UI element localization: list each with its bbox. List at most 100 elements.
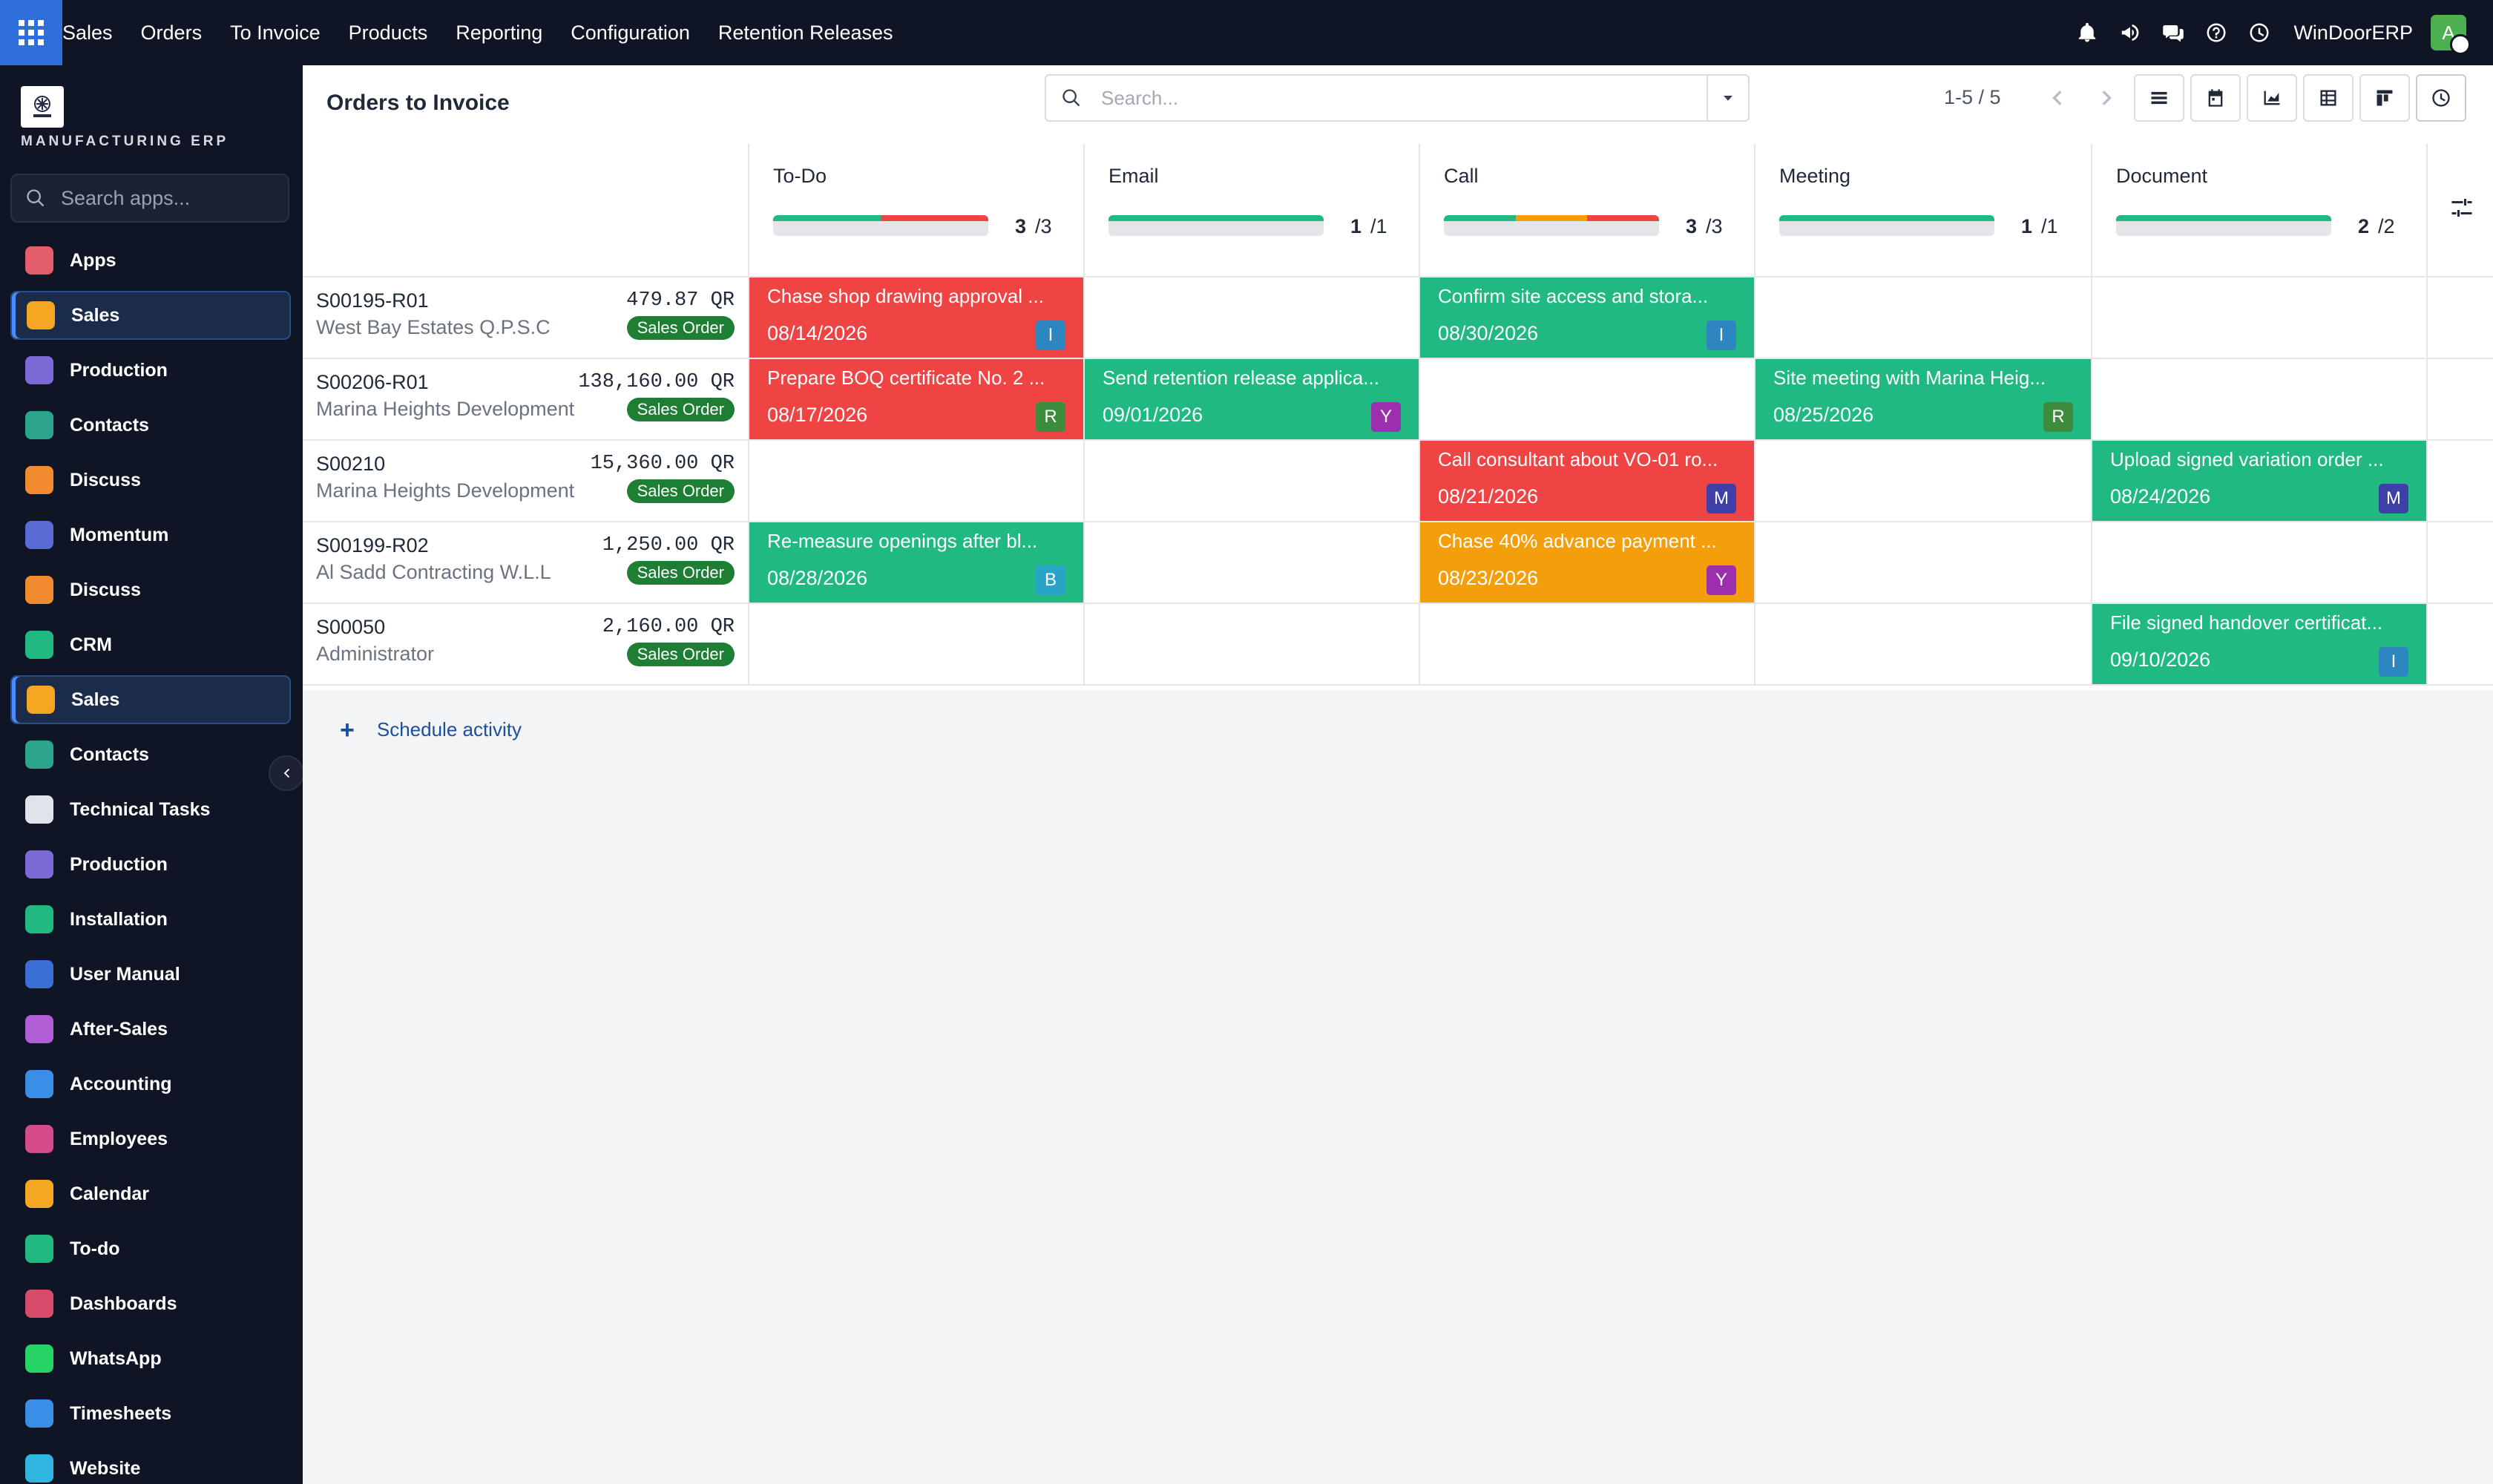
activity-cell[interactable] <box>749 441 1085 522</box>
app-search-input[interactable] <box>59 186 270 211</box>
activity-cell[interactable]: Upload signed variation order ... 08/24/2… <box>2092 441 2428 522</box>
sidebar-item-contacts[interactable]: Contacts <box>10 730 291 779</box>
column-progress-bar[interactable] <box>1779 215 1994 236</box>
sidebar-item-production[interactable]: Production <box>10 346 291 395</box>
assignee-avatar[interactable]: Y <box>1371 402 1401 432</box>
chat-icon[interactable] <box>2160 19 2187 46</box>
sidebar-item-employees[interactable]: Employees <box>10 1114 291 1163</box>
sidebar-item-discuss[interactable]: Discuss <box>10 456 291 505</box>
record-cell[interactable]: S00195-R01 479.87 QR West Bay Estates Q.P.… <box>303 278 749 359</box>
sidebar-item-crm[interactable]: CRM <box>10 620 291 669</box>
activity-cell[interactable] <box>2092 522 2428 604</box>
activity-cell[interactable] <box>1085 441 1420 522</box>
record-reference[interactable]: S00195-R01 <box>316 289 429 312</box>
clock-icon[interactable] <box>2246 19 2273 46</box>
sidebar-item-sales[interactable]: Sales <box>10 675 291 724</box>
activity-cell[interactable]: Chase shop drawing approval ... 08/14/202… <box>749 278 1085 359</box>
activity-cell[interactable] <box>1420 604 1755 686</box>
app-grid-button[interactable] <box>0 0 62 65</box>
settings-icon[interactable] <box>2448 194 2478 224</box>
assignee-avatar[interactable]: B <box>1036 565 1065 595</box>
sidebar-item-timesheets[interactable]: Timesheets <box>10 1389 291 1438</box>
pager-next[interactable] <box>2085 74 2126 122</box>
bell-icon[interactable] <box>2074 19 2101 46</box>
search-options-toggle[interactable] <box>1707 76 1748 120</box>
menu-reporting[interactable]: Reporting <box>456 22 542 45</box>
sidebar-item-whatsapp[interactable]: WhatsApp <box>10 1334 291 1383</box>
activity-cell[interactable]: Confirm site access and stora... 08/30/20… <box>1420 278 1755 359</box>
record-reference[interactable]: S00050 <box>316 616 385 639</box>
assignee-avatar[interactable]: I <box>1707 321 1736 350</box>
sidebar-collapse-button[interactable] <box>269 755 303 791</box>
view-list-button[interactable] <box>2134 74 2184 122</box>
menu-retention-releases[interactable]: Retention Releases <box>718 22 893 45</box>
sidebar-item-website[interactable]: Website <box>10 1444 291 1484</box>
sidebar-item-after-sales[interactable]: After-Sales <box>10 1005 291 1054</box>
activity-card[interactable]: Re-measure openings after bl... 08/28/202… <box>749 522 1083 603</box>
sidebar-item-installation[interactable]: Installation <box>10 895 291 944</box>
view-kanban-button[interactable] <box>2359 74 2410 122</box>
menu-sales[interactable]: Sales <box>62 22 113 45</box>
assignee-avatar[interactable]: I <box>2379 647 2408 677</box>
view-calendar-button[interactable] <box>2190 74 2241 122</box>
activity-cell[interactable]: Send retention release applica... 09/01/2… <box>1085 359 1420 441</box>
activity-cell[interactable] <box>1085 278 1420 359</box>
assignee-avatar[interactable]: R <box>1036 402 1065 432</box>
activity-card[interactable]: Send retention release applica... 09/01/2… <box>1085 359 1419 439</box>
sidebar-item-calendar[interactable]: Calendar <box>10 1169 291 1218</box>
activity-card[interactable]: Prepare BOQ certificate No. 2 ... 08/17/2… <box>749 359 1083 439</box>
menu-products[interactable]: Products <box>349 22 428 45</box>
view-graph-button[interactable] <box>2247 74 2297 122</box>
activity-cell[interactable] <box>1085 522 1420 604</box>
sidebar-item-apps[interactable]: Apps <box>10 236 291 285</box>
search-input[interactable] <box>1100 85 1681 111</box>
column-progress-bar[interactable] <box>1108 215 1324 236</box>
menu-orders[interactable]: Orders <box>141 22 203 45</box>
activity-cell[interactable] <box>749 604 1085 686</box>
view-activity-button[interactable] <box>2416 74 2466 122</box>
activity-cell[interactable]: Site meeting with Marina Heig... 08/25/20… <box>1755 359 2092 441</box>
activity-card[interactable]: Confirm site access and stora... 08/30/20… <box>1420 278 1754 358</box>
sidebar-item-dashboards[interactable]: Dashboards <box>10 1279 291 1328</box>
menu-configuration[interactable]: Configuration <box>571 22 690 45</box>
assignee-avatar[interactable]: M <box>2379 484 2408 513</box>
sidebar-item-accounting[interactable]: Accounting <box>10 1060 291 1109</box>
activity-cell[interactable] <box>1085 604 1420 686</box>
sidebar-item-to-do[interactable]: To-do <box>10 1224 291 1273</box>
sidebar-item-user-manual[interactable]: User Manual <box>10 950 291 999</box>
record-reference[interactable]: S00199-R02 <box>316 534 429 557</box>
column-progress-bar[interactable] <box>1444 215 1659 236</box>
sidebar-item-sales[interactable]: Sales <box>10 291 291 340</box>
sidebar-item-production[interactable]: Production <box>10 840 291 889</box>
activity-cell[interactable] <box>1755 278 2092 359</box>
view-pivot-button[interactable] <box>2303 74 2354 122</box>
pager-value[interactable]: 1-5 / 5 <box>1944 86 2001 109</box>
activity-cell[interactable]: Re-measure openings after bl... 08/28/202… <box>749 522 1085 604</box>
sidebar-item-contacts[interactable]: Contacts <box>10 401 291 450</box>
activity-card[interactable]: Call consultant about VO-01 ro... 08/21/2… <box>1420 441 1754 521</box>
assignee-avatar[interactable]: M <box>1707 484 1736 513</box>
column-progress-bar[interactable] <box>773 215 988 236</box>
user-avatar[interactable]: A <box>2431 15 2471 55</box>
pager-previous[interactable] <box>2037 74 2079 122</box>
record-cell[interactable]: S00206-R01 138,160.00 QR Marina Heights De… <box>303 359 749 441</box>
activity-cell[interactable] <box>2092 278 2428 359</box>
activity-card[interactable]: Chase shop drawing approval ... 08/14/202… <box>749 278 1083 358</box>
activity-cell[interactable]: Chase 40% advance payment ... 08/23/2026 Y <box>1420 522 1755 604</box>
sidebar-item-technical-tasks[interactable]: Technical Tasks <box>10 785 291 834</box>
search-bar[interactable] <box>1045 74 1750 122</box>
activity-card[interactable]: Chase 40% advance payment ... 08/23/2026 Y <box>1420 522 1754 603</box>
activity-cell[interactable]: Prepare BOQ certificate No. 2 ... 08/17/2… <box>749 359 1085 441</box>
sidebar-item-momentum[interactable]: Momentum <box>10 510 291 559</box>
record-cell[interactable]: S00050 2,160.00 QR Administrator Sales Orde… <box>303 604 749 686</box>
app-search[interactable] <box>10 174 289 223</box>
record-reference[interactable]: S00206-R01 <box>316 371 429 394</box>
activity-cell[interactable] <box>2092 359 2428 441</box>
activity-cell[interactable]: File signed handover certificat... 09/10/… <box>2092 604 2428 686</box>
activity-card[interactable]: File signed handover certificat... 09/10/… <box>2092 604 2426 684</box>
activity-cell[interactable] <box>1420 359 1755 441</box>
assignee-avatar[interactable]: Y <box>1707 565 1736 595</box>
activity-cell[interactable]: Call consultant about VO-01 ro... 08/21/2… <box>1420 441 1755 522</box>
activity-cell[interactable] <box>1755 522 2092 604</box>
company-name[interactable]: WinDoorERP <box>2293 22 2413 45</box>
